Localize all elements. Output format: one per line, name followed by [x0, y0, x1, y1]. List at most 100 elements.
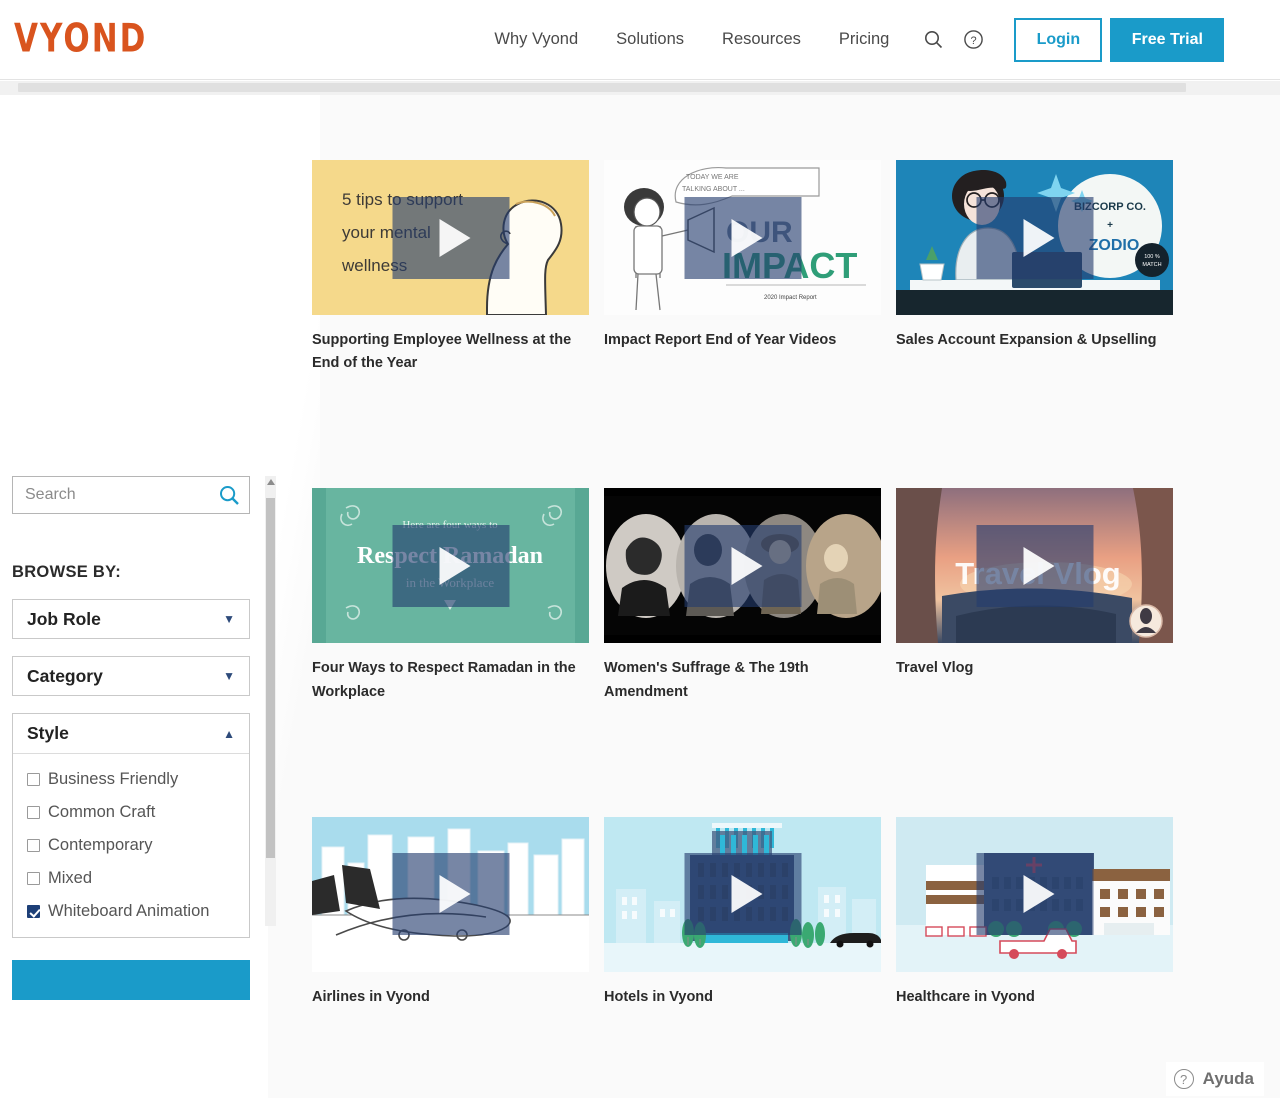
video-card-title[interactable]: Airlines in Vyond — [312, 986, 589, 1009]
browse-by-label: BROWSE BY: — [12, 563, 122, 581]
svg-text:IMPACT: IMPACT — [722, 245, 857, 286]
video-grid: 5 tips to support your mental wellness S… — [312, 160, 1192, 1098]
video-grid-row: Airlines in Vyond Hotels in Vyond Health… — [312, 816, 1192, 1009]
video-thumbnail[interactable] — [312, 816, 589, 972]
filter-label: Category — [27, 665, 103, 686]
apply-filters-button[interactable] — [12, 960, 250, 1000]
svg-text:Here are four ways to: Here are four ways to — [402, 519, 498, 531]
checkbox-icon[interactable] — [27, 773, 40, 786]
login-button[interactable]: Login — [1014, 17, 1103, 62]
thumbnail-art-mental-wellness: 5 tips to support your mental wellness — [312, 160, 589, 315]
video-thumbnail[interactable] — [604, 488, 881, 644]
video-card[interactable]: Here are four ways to Respect Ramadan in… — [312, 488, 589, 703]
svg-text:2020 Impact Report: 2020 Impact Report — [764, 295, 817, 301]
chevron-up-icon[interactable]: ▲ — [223, 727, 235, 741]
thumbnail-art-hotels — [604, 816, 881, 972]
style-option-contemporary[interactable]: Contemporary — [13, 829, 249, 862]
video-card[interactable]: Travel Vlog Travel Vlog — [896, 488, 1173, 703]
nav-item-resources[interactable]: Resources — [703, 30, 820, 49]
video-card-title[interactable]: Supporting Employee Wellness at the End … — [312, 329, 589, 375]
main-navigation: Why Vyond Solutions Resources Pricing — [475, 30, 908, 49]
video-card[interactable]: 5 tips to support your mental wellness S… — [312, 160, 589, 375]
chevron-down-icon[interactable]: ▼ — [223, 669, 235, 683]
style-option-whiteboard-animation[interactable]: Whiteboard Animation — [13, 895, 249, 928]
svg-text:TALKING ABOUT ...: TALKING ABOUT ... — [682, 186, 745, 193]
thumbnail-art-sales-account: BIZCORP CO. + ZODIO 100 % MATCH — [896, 160, 1173, 315]
row-spacer — [312, 375, 1192, 488]
filter-sidebar: BROWSE BY: Job Role ▼ Category ▼ Style ▲… — [12, 476, 276, 1000]
free-trial-button[interactable]: Free Trial — [1110, 17, 1225, 62]
svg-text:Travel Vlog: Travel Vlog — [955, 556, 1120, 591]
horizontal-scrollbar-thumb[interactable] — [18, 83, 1186, 92]
thumbnail-art-suffrage — [604, 488, 881, 644]
video-thumbnail[interactable] — [896, 816, 1173, 972]
video-card[interactable]: TODAY WE ARE TALKING ABOUT ... OUR IMPAC… — [604, 160, 881, 375]
filter-dropdown-job-role[interactable]: Job Role ▼ — [12, 599, 250, 639]
checkbox-checked-icon[interactable] — [27, 905, 40, 918]
style-option-list: Business Friendly Common Craft Contempor… — [13, 754, 249, 937]
svg-text:wellness: wellness — [341, 256, 407, 275]
video-card[interactable]: BIZCORP CO. + ZODIO 100 % MATCH Sales Ac… — [896, 160, 1173, 375]
chevron-down-icon[interactable]: ▼ — [223, 612, 235, 626]
svg-text:TODAY WE ARE: TODAY WE ARE — [686, 174, 739, 181]
checkbox-icon[interactable] — [27, 839, 40, 852]
search-field-wrapper[interactable] — [12, 476, 250, 514]
checkbox-icon[interactable] — [27, 806, 40, 819]
svg-text:Respect Ramadan: Respect Ramadan — [357, 543, 543, 569]
filter-dropdown-category[interactable]: Category ▼ — [12, 656, 250, 696]
video-thumbnail[interactable]: TODAY WE ARE TALKING ABOUT ... OUR IMPAC… — [604, 160, 881, 315]
style-option-label: Mixed — [48, 869, 93, 887]
svg-text:+: + — [1107, 220, 1113, 231]
video-card-title[interactable]: Four Ways to Respect Ramadan in the Work… — [312, 657, 589, 703]
video-thumbnail[interactable] — [604, 816, 881, 972]
style-option-label: Whiteboard Animation — [48, 902, 210, 920]
row-spacer — [312, 1009, 1192, 1098]
vyond-logo[interactable]: VYOND — [14, 20, 147, 59]
help-widget-label: Ayuda — [1202, 1069, 1254, 1088]
search-input[interactable] — [23, 478, 219, 512]
video-grid-row: 5 tips to support your mental wellness S… — [312, 160, 1192, 375]
video-thumbnail[interactable]: BIZCORP CO. + ZODIO 100 % MATCH — [896, 160, 1173, 315]
video-card-title[interactable]: Sales Account Expansion & Upselling — [896, 329, 1173, 352]
video-card-title[interactable]: Hotels in Vyond — [604, 986, 881, 1009]
svg-text:your mental: your mental — [342, 223, 431, 242]
question-circle-icon[interactable]: ? — [958, 25, 988, 55]
sidebar-scrollbar-thumb[interactable] — [266, 498, 275, 858]
video-card[interactable]: Women's Suffrage & The 19th Amendment — [604, 488, 881, 703]
nav-item-pricing[interactable]: Pricing — [820, 30, 908, 49]
video-card-title[interactable]: Women's Suffrage & The 19th Amendment — [604, 657, 881, 703]
style-option-mixed[interactable]: Mixed — [13, 862, 249, 895]
video-card-title[interactable]: Impact Report End of Year Videos — [604, 329, 881, 352]
help-widget[interactable]: ? Ayuda — [1165, 1062, 1264, 1096]
filter-dropdown-style: Style ▲ Business Friendly Common Craft C… — [12, 713, 250, 938]
checkbox-icon[interactable] — [27, 872, 40, 885]
video-thumbnail[interactable]: Travel Vlog — [896, 488, 1173, 644]
video-card-title[interactable]: Healthcare in Vyond — [896, 986, 1173, 1009]
video-card-title[interactable]: Travel Vlog — [896, 657, 1173, 680]
style-filter-header[interactable]: Style ▲ — [13, 714, 249, 754]
style-option-common-craft[interactable]: Common Craft — [13, 796, 249, 829]
style-option-label: Contemporary — [48, 836, 153, 854]
search-icon[interactable] — [219, 485, 240, 511]
nav-item-solutions[interactable]: Solutions — [597, 30, 703, 49]
video-card[interactable]: Airlines in Vyond — [312, 816, 589, 1009]
thumbnail-art-impact-report: TODAY WE ARE TALKING ABOUT ... OUR IMPAC… — [604, 160, 881, 315]
style-option-label: Business Friendly — [48, 770, 179, 788]
svg-text:ZODIO: ZODIO — [1089, 237, 1140, 254]
question-circle-icon: ? — [1173, 1069, 1194, 1089]
video-card[interactable]: Healthcare in Vyond — [896, 816, 1173, 1009]
svg-text:in the Workplace: in the Workplace — [406, 575, 494, 590]
site-header: VYOND Why Vyond Solutions Resources Pric… — [0, 0, 1280, 80]
filter-label: Job Role — [27, 608, 101, 629]
search-icon[interactable] — [918, 25, 948, 55]
thumbnail-art-healthcare — [896, 816, 1173, 972]
svg-text:5 tips to support: 5 tips to support — [342, 190, 463, 209]
video-card[interactable]: Hotels in Vyond — [604, 816, 881, 1009]
nav-item-why-vyond[interactable]: Why Vyond — [475, 30, 597, 49]
thumbnail-art-travel-vlog: Travel Vlog — [896, 488, 1173, 644]
video-thumbnail[interactable]: 5 tips to support your mental wellness — [312, 160, 589, 315]
style-option-business-friendly[interactable]: Business Friendly — [13, 763, 249, 796]
svg-text:MATCH: MATCH — [1142, 262, 1161, 268]
scroll-up-arrow-icon[interactable] — [267, 479, 275, 485]
video-thumbnail[interactable]: Here are four ways to Respect Ramadan in… — [312, 488, 589, 644]
